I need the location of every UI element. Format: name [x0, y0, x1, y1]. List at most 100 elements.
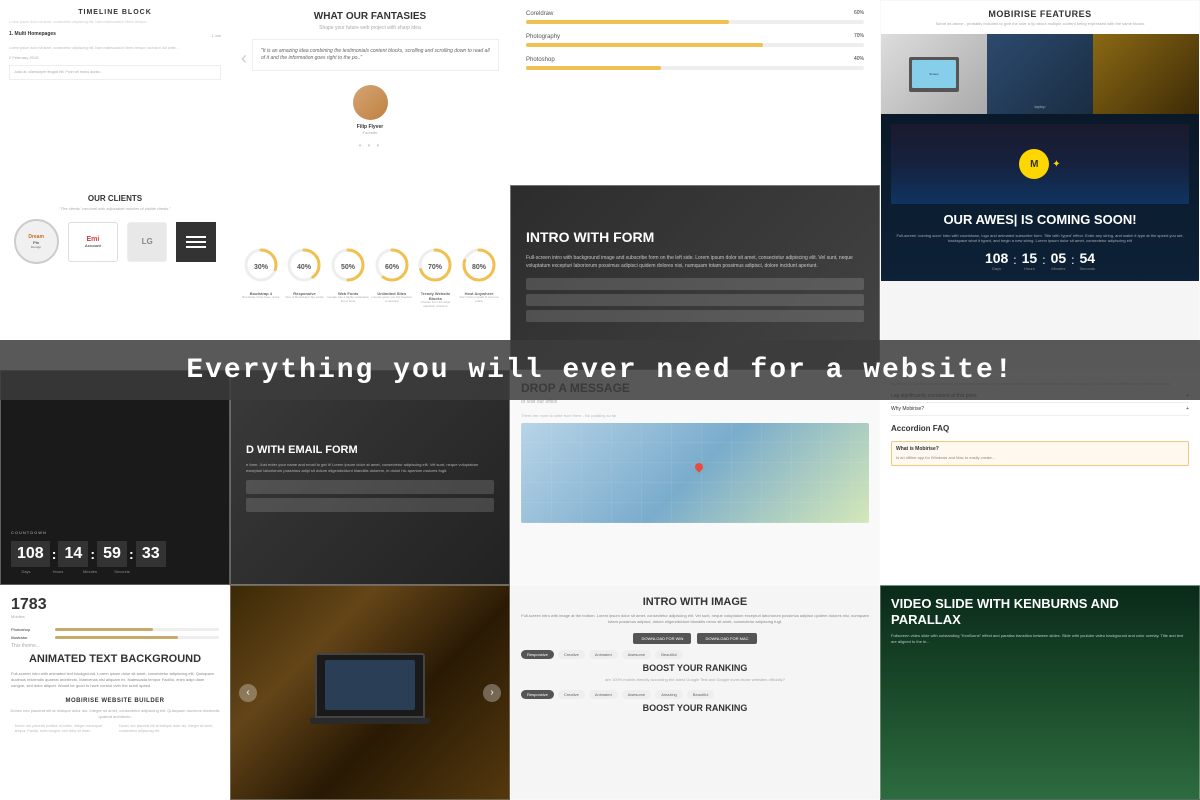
accordion-open-item[interactable]: What is Mobirise? Is an offline app for …: [891, 441, 1189, 466]
accordion-q-why[interactable]: Why Mobirise? +: [891, 403, 1189, 416]
overlay-banner: Everything you will ever need for a webs…: [0, 340, 1200, 400]
boost-section-2: Responsive Creative Animated Awesome Ama…: [521, 690, 869, 713]
mac-screen: Screen: [881, 34, 987, 114]
boost-tab2-animated[interactable]: Animated: [589, 690, 618, 699]
skill-bar-fill-0: [526, 20, 729, 24]
carousel-dots[interactable]: • • •: [241, 141, 499, 150]
stat-label: Mobiles: [11, 614, 47, 619]
skill-bar-bg-2: 40%: [526, 66, 864, 70]
accordion-expand-2[interactable]: +: [1186, 406, 1189, 412]
cd-unit-seconds: Seconds: [107, 569, 137, 574]
mobirise-builder-text: Donec nec piacerat elit at tristique dol…: [8, 708, 222, 720]
circle-item-4: 70% Trendy Website Blocks Choose from th…: [414, 246, 456, 308]
mobirise-builder-title: MOBIRISE WEBSITE BUILDER: [8, 698, 222, 704]
cd-unit-hours: Hours: [43, 569, 73, 574]
cs-minutes-label: Minutes: [1051, 266, 1067, 271]
mobirise-logo-circle: M: [1019, 149, 1049, 179]
circle-desc-3: License gives you the freedom to develop: [371, 296, 413, 303]
skill-illustrator-bar: [55, 636, 219, 639]
thumbnail-drop-message: DROP A MESSAGE or visit our office There…: [510, 370, 880, 585]
client-logo-emi: Emi Account: [68, 222, 118, 262]
form-field-1[interactable]: [526, 278, 864, 290]
timeline-title: TIMELINE BLOCK: [9, 9, 221, 16]
email-field-1[interactable]: [246, 480, 494, 494]
accordion-q-why-text: Why Mobirise?: [891, 406, 924, 412]
thumbnail-skills: Coreldraw 60% Photography 70% Photoshop …: [510, 0, 880, 185]
svg-text:40%: 40%: [297, 264, 312, 271]
coming-soon-text: Full-screen 'coming soon' intro with cou…: [891, 233, 1189, 244]
laptop-shape: [310, 653, 430, 733]
download-mac-btn[interactable]: DOWNLOAD FOR MAC: [697, 633, 756, 644]
quote-text: "It is an amazing idea combining the tes…: [252, 39, 499, 71]
fantasies-title: WHAT OUR FANTASIES: [241, 11, 499, 22]
circle-svg-2: 50%: [329, 246, 367, 284]
skill-photoshop-bar: [55, 628, 219, 631]
boost-tab-responsive[interactable]: Responsive: [521, 650, 554, 659]
features-header: MOBIRISE FEATURES Same as above - probab…: [881, 1, 1199, 34]
phone-section: M ✦ OUR AWES| IS COMING SOON! Full-scree…: [881, 114, 1199, 281]
thumbnail-intro-image: INTRO WITH IMAGE Full-screen intro with …: [510, 585, 880, 800]
boost-tab2-creative[interactable]: Creative: [558, 690, 585, 699]
boost-tab-beautiful[interactable]: Beautiful: [655, 650, 683, 659]
skill-name-0: Coreldraw: [526, 11, 864, 17]
countdown-title: COUNTDOWN: [11, 530, 219, 535]
clients-title: OUR CLIENTS: [9, 194, 221, 203]
clients-subtitle: "The clients' carousel with adjustable n…: [9, 206, 221, 211]
thumbnail-fantasies: WHAT OUR FANTASIES Shape your future web…: [230, 0, 510, 185]
prev-btn[interactable]: ‹: [239, 684, 257, 702]
video-slide-title: VIDEO SLIDE WITH KENBURNS AND PARALLAX: [891, 596, 1189, 627]
next-btn[interactable]: ›: [483, 684, 501, 702]
skill-photoshop-fill: [55, 628, 153, 631]
builder-col1: Donec nec piacerat porttitor ut moles, I…: [15, 724, 111, 734]
cd-days: 108: [11, 541, 50, 567]
prev-arrow[interactable]: ‹: [241, 48, 247, 69]
boost-tab-creative[interactable]: Creative: [558, 650, 585, 659]
cs-sep3: :: [1071, 253, 1074, 267]
download-win-btn[interactable]: DOWNLOAD FOR WIN: [633, 633, 691, 644]
timeline-lorem: Lorem ipsum dolor sit amet, consectetur …: [9, 20, 221, 25]
skill-illustrator-fill: [55, 636, 178, 639]
timeline-date1: 1 Jan: [211, 33, 221, 38]
skill-bar-fill-1: [526, 43, 763, 47]
client-logo-dreampix: Dream Pix Design: [14, 219, 59, 264]
thumbnail-email-form: D WITH EMAIL FORM e form. Just enter you…: [230, 370, 510, 585]
accordion-q1: What is Mobirise?: [896, 446, 1184, 452]
intro-form-text: Full-screen intro with background image …: [526, 254, 864, 270]
boost-tab2-beautiful[interactable]: Beautiful: [687, 690, 715, 699]
circle-item-0: 30% Bootstrap 4 Bootstrap 4 has been not…: [240, 246, 282, 308]
boost-tab2-amazing[interactable]: Amazing: [655, 690, 683, 699]
boost-tab2-awesome[interactable]: Awesome: [622, 690, 652, 699]
boost-title-2: BOOST YOUR RANKING: [521, 703, 869, 713]
circle-desc-4: Choose from the large selection of theme: [414, 301, 456, 308]
cd-unit-row: Days Hours Minutes Seconds: [11, 569, 219, 574]
svg-text:30%: 30%: [254, 264, 269, 271]
laptop-screen-content: [325, 660, 415, 710]
coming-soon-section: OUR AWES| IS COMING SOON! Full-screen 'c…: [891, 212, 1189, 271]
boost-tab-awesome[interactable]: Awesome: [622, 650, 652, 659]
skill-illustrator-name: Illustrator: [11, 635, 51, 640]
cd-sep3: :: [129, 546, 134, 562]
email-field-2[interactable]: [246, 498, 494, 512]
animated-text-title: ANIMATED TEXT BACKGROUND: [11, 653, 219, 665]
cs-days-group: 108 Days: [985, 250, 1008, 271]
skill-photoshop-name: Photoshop: [11, 627, 51, 632]
laptop-screen: [315, 653, 425, 718]
coffee-image: [1093, 34, 1199, 114]
cd-sep1: :: [52, 546, 57, 562]
boost-tab2-responsive[interactable]: Responsive: [521, 690, 554, 699]
circle-item-2: 50% Web Fonts Google has a highly exhaus…: [327, 246, 369, 308]
cs-hours-group: 15 Hours: [1022, 250, 1038, 271]
boost-tab-animated[interactable]: Animated: [589, 650, 618, 659]
skill-pct-0: 60%: [854, 10, 864, 16]
form-field-3[interactable]: [526, 310, 864, 322]
timeline-date2: 2 February 2018: [9, 55, 221, 60]
skill-bar-fill-2: [526, 66, 661, 70]
features-title: MOBIRISE FEATURES: [889, 9, 1191, 19]
intro-form-title: INTRO WITH FORM: [526, 229, 864, 246]
circle-svg-1: 40%: [285, 246, 323, 284]
skill-pct-2: 40%: [854, 56, 864, 62]
cs-seconds-label: Seconds: [1079, 266, 1095, 271]
circle-desc-0: Bootstrap 4 has been noted: [240, 296, 282, 300]
form-field-2[interactable]: [526, 294, 864, 306]
phone-screen-block: M ✦: [891, 124, 1189, 204]
